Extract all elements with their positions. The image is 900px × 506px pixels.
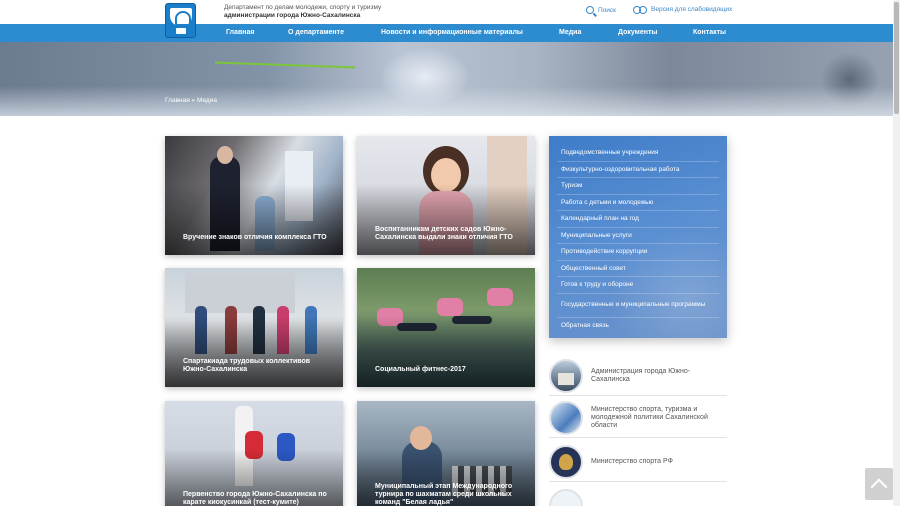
card-overlay xyxy=(165,183,343,255)
sidebar-item-feedback[interactable]: Обратная связь xyxy=(557,318,719,334)
card-caption: Социальный фитнес-2017 xyxy=(375,366,466,373)
accessibility-link[interactable]: Версия для слабовидящих xyxy=(633,6,733,14)
hero-snow xyxy=(0,86,893,116)
card-overlay xyxy=(357,315,535,387)
accessibility-label: Версия для слабовидящих xyxy=(651,6,733,13)
media-card-social-fitness[interactable]: Социальный фитнес-2017 xyxy=(357,268,535,387)
sidebar-item-anticorruption[interactable]: Противодействие коррупции xyxy=(557,244,719,261)
sidebar-item-calendar-plan[interactable]: Календарный план на год xyxy=(557,211,719,228)
nav-item-news[interactable]: Новости и информационные материалы xyxy=(381,29,523,36)
card-caption: Муниципальный этап Международного турнир… xyxy=(375,483,513,506)
department-title: Департамент по делам молодежи, спорту и … xyxy=(224,4,381,19)
scroll-to-top-button[interactable] xyxy=(865,468,893,500)
department-title-line2: администрации города Южно-Сахалинска xyxy=(224,11,361,19)
city-building-icon xyxy=(549,358,583,393)
search-link[interactable]: Поиск xyxy=(586,6,616,14)
media-card-karate[interactable]: Первенство города Южно-Сахалинска по кар… xyxy=(165,401,343,506)
hero-ski-pole xyxy=(215,61,355,69)
card-overlay xyxy=(165,315,343,387)
page: Департамент по делам молодежи, спорту и … xyxy=(0,0,900,506)
partner-regional-ministry[interactable]: Министерство спорта, туризма и молодежно… xyxy=(549,398,727,438)
media-card-kindergarten-gto[interactable]: Воспитанникам детских садов Южно-Сахалин… xyxy=(357,136,535,255)
sidebar-item-programs[interactable]: Государственные и муниципальные программ… xyxy=(557,294,719,318)
partner-other[interactable] xyxy=(549,486,727,506)
card-overlay xyxy=(357,183,535,255)
media-card-chess[interactable]: Муниципальный этап Международного турнир… xyxy=(357,401,535,506)
search-label: Поиск xyxy=(598,6,617,14)
media-card-gto-awards[interactable]: Вручение знаков отличия комплекса ГТО xyxy=(165,136,343,255)
partner-name: Министерство спорта РФ xyxy=(591,457,673,465)
sidebar-item-tourism[interactable]: Туризм xyxy=(557,178,719,195)
partner-name: Администрация города Южно-Сахалинска xyxy=(591,367,691,383)
header: Департамент по делам молодежи, спорту и … xyxy=(0,0,893,38)
card-caption: Воспитанникам детских садов Южно-Сахалин… xyxy=(375,226,513,241)
skier-icon xyxy=(549,400,583,435)
media-card-spartakiad[interactable]: Спартакиада трудовых коллективов Южно-Са… xyxy=(165,268,343,387)
nav-item-contacts[interactable]: Контакты xyxy=(693,29,726,36)
nav-item-about[interactable]: О департаменте xyxy=(288,29,344,36)
site-logo[interactable] xyxy=(165,3,196,38)
partner-sport-ministry-rf[interactable]: Министерство спорта РФ xyxy=(549,442,727,482)
sidebar-item-gto[interactable]: Готов к труду и обороне xyxy=(557,277,719,294)
logo-badge-icon xyxy=(176,28,186,34)
department-title-line1: Департамент по делам молодежи, спорту и … xyxy=(224,4,382,11)
card-caption: Вручение знаков отличия комплекса ГТО xyxy=(183,234,327,241)
card-caption: Первенство города Южно-Сахалинска по кар… xyxy=(183,491,327,506)
hero-banner xyxy=(0,42,893,116)
scrollbar-thumb[interactable] xyxy=(894,2,899,114)
sidebar-item-institutions[interactable]: Подведомственные учреждения xyxy=(557,145,719,162)
nav-item-home[interactable]: Главная xyxy=(226,29,254,36)
nav-item-media[interactable]: Медиа xyxy=(559,29,581,36)
main-nav: Главная О департаменте Новости и информа… xyxy=(0,24,893,42)
sidebar-item-public-council[interactable]: Общественный совет xyxy=(557,261,719,277)
partner-logo-icon xyxy=(549,488,583,506)
search-icon xyxy=(586,6,594,14)
nav-item-documents[interactable]: Документы xyxy=(618,29,657,36)
partner-city-administration[interactable]: Администрация города Южно-Сахалинска xyxy=(549,356,727,396)
page-scrollbar[interactable] xyxy=(893,0,900,506)
sidebar-item-fitness-work[interactable]: Физкультурно-оздоровительная работа xyxy=(557,162,719,178)
sidebar-menu: Подведомственные учреждения Физкультурно… xyxy=(549,136,727,338)
logo-emblem-icon xyxy=(170,8,192,26)
sidebar-item-municipal-services[interactable]: Муниципальные услуги xyxy=(557,228,719,244)
breadcrumb: Главная » Медиа xyxy=(165,97,217,104)
sidebar-item-youth-work[interactable]: Работа с детьми и молодежью xyxy=(557,195,719,211)
coat-of-arms-icon xyxy=(549,444,583,479)
glasses-icon xyxy=(633,6,647,14)
card-caption: Спартакиада трудовых коллективов Южно-Са… xyxy=(183,358,311,373)
partner-name: Министерство спорта, туризма и молодежно… xyxy=(591,405,708,429)
